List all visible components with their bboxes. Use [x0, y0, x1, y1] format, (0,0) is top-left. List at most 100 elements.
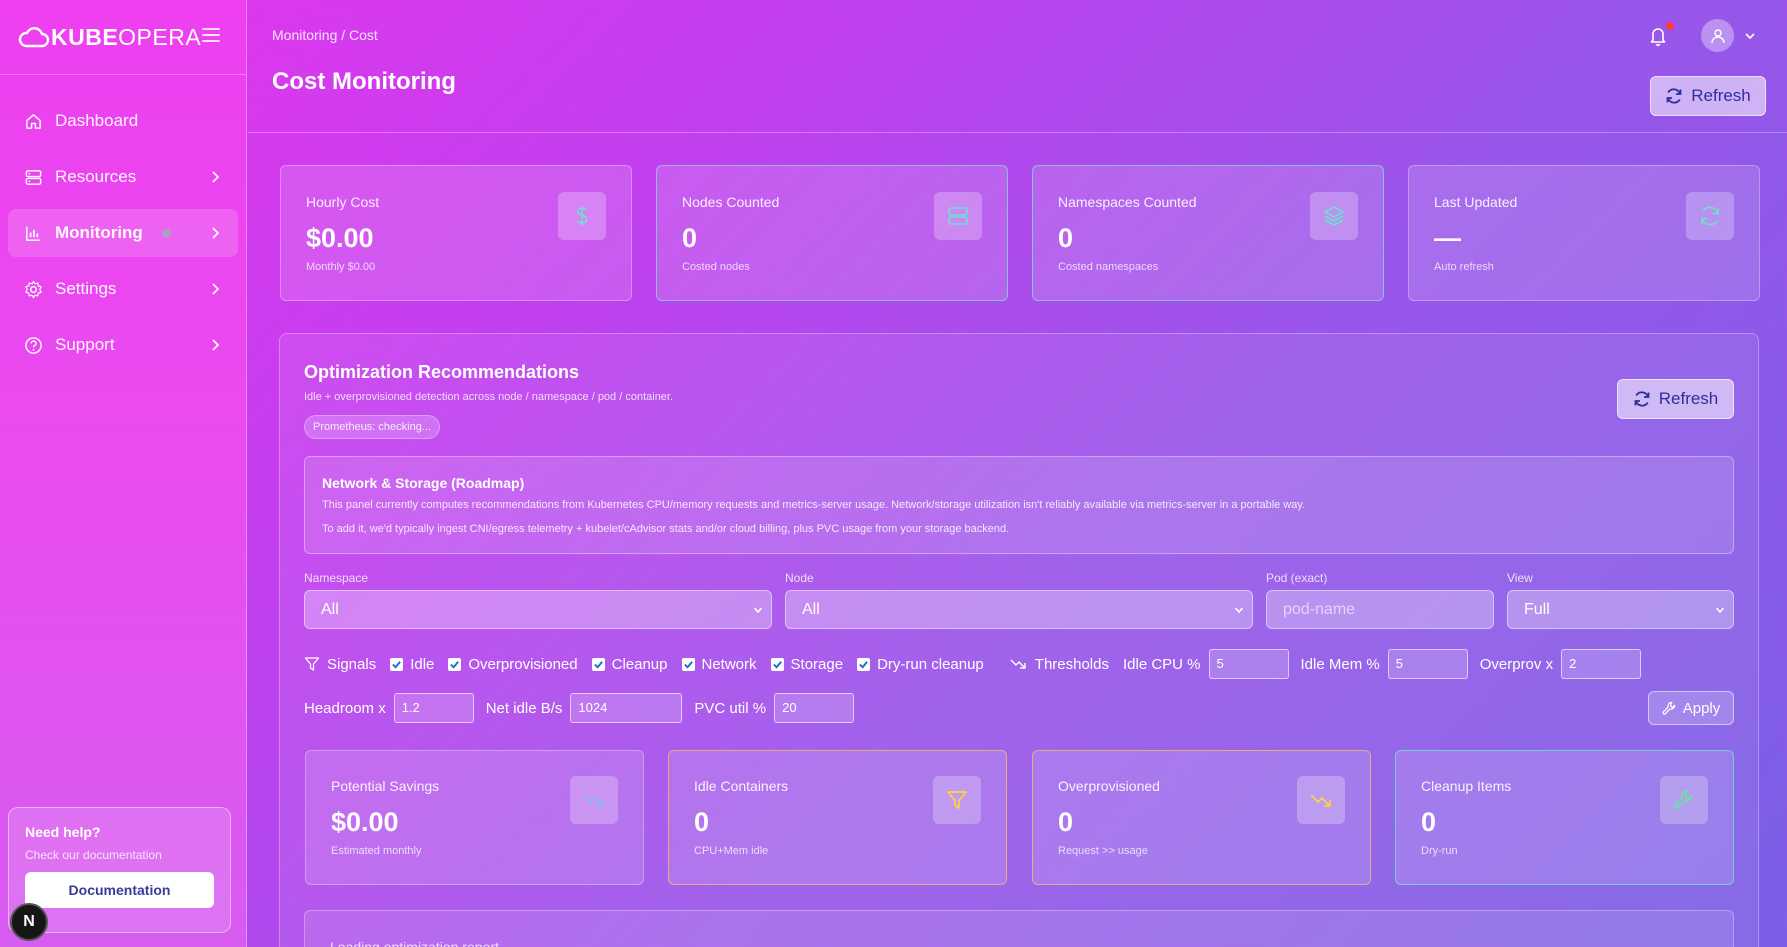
refresh-label: Refresh [1691, 86, 1751, 105]
gear-icon [25, 280, 42, 298]
apply-button[interactable]: Apply [1648, 691, 1734, 725]
signal-storage-checkbox[interactable]: Storage [770, 656, 843, 673]
server-icon [25, 169, 42, 185]
summary-sub: CPU+Mem idle [694, 845, 769, 857]
sidebar-nav: Dashboard Resources Monitoring Settings … [0, 75, 246, 369]
trend-down-icon [583, 794, 604, 807]
stat-card-last-updated: Last Updated — Auto refresh [1408, 165, 1760, 301]
stat-sub: Auto refresh [1434, 261, 1494, 273]
node-select[interactable]: All [785, 590, 1253, 629]
loading-text: Loading optimization report... [330, 939, 511, 947]
apply-label: Apply [1682, 699, 1721, 717]
signal-idle-checkbox[interactable]: Idle [390, 656, 434, 673]
chevron-down-icon[interactable] [1744, 31, 1756, 41]
summary-value: 0 [1058, 807, 1074, 837]
idle-cpu-input[interactable]: 5 [1208, 649, 1289, 679]
thresholds-row: Headroom x 1.2 Net idle B/s 1024 PVC uti… [304, 693, 855, 723]
sidebar-item-label: Monitoring [55, 223, 143, 242]
help-title: Need help? [25, 824, 101, 840]
checkbox-checked[interactable] [770, 657, 784, 671]
refresh-label: Refresh [1658, 389, 1719, 408]
sidebar-item-support[interactable]: Support [8, 321, 238, 369]
sidebar-item-resources[interactable]: Resources [8, 153, 238, 201]
chevron-right-icon [212, 283, 220, 295]
sidebar: KUBEOPERA Dashboard Resources Monitoring… [0, 0, 247, 947]
layers-icon [1324, 206, 1344, 226]
signal-network-checkbox[interactable]: Network [681, 655, 757, 673]
avatar[interactable] [1701, 19, 1734, 52]
sidebar-item-label: Dashboard [55, 111, 139, 130]
sidebar-item-dashboard[interactable]: Dashboard [8, 97, 238, 145]
stat-sub: Monthly $0.00 [306, 261, 376, 273]
checkbox-checked[interactable] [591, 657, 605, 671]
user-icon [1710, 28, 1725, 43]
headroom-label: Headroom x [304, 699, 386, 717]
pvc-util-input[interactable]: 20 [774, 693, 855, 723]
pvc-util-label: PVC util % [694, 699, 767, 717]
header-refresh-button[interactable]: Refresh [1650, 76, 1766, 116]
chevron-right-icon [212, 339, 220, 351]
signal-dry-run-cleanup-checkbox[interactable]: Dry-run cleanup [857, 656, 984, 673]
summary-value: 0 [1421, 807, 1437, 837]
stat-icon-box [558, 192, 606, 240]
loading-report-box: Loading optimization report... [304, 910, 1734, 947]
view-label: View [1507, 571, 1533, 585]
dev-badge[interactable]: N [10, 903, 48, 941]
idle-mem-input[interactable]: 5 [1387, 649, 1468, 679]
sidebar-item-label: Settings [55, 279, 117, 298]
bar-chart-icon [26, 226, 41, 241]
checkbox-checked[interactable] [448, 657, 462, 671]
thresholds-label: Thresholds [1034, 655, 1109, 673]
check-icon [392, 660, 402, 669]
stat-card-nodes: Nodes Counted 0 Costed nodes [656, 165, 1008, 301]
sidebar-item-label: Resources [55, 167, 137, 186]
optimization-refresh-button[interactable]: Refresh [1617, 379, 1734, 419]
hamburger-menu-icon[interactable] [202, 27, 220, 43]
signal-label: Dry-run cleanup [877, 655, 984, 673]
idle-mem-label: Idle Mem % [1300, 655, 1380, 673]
brand-logo-text[interactable]: KUBEOPERA [51, 24, 201, 51]
namespace-select[interactable]: All [304, 590, 772, 629]
node-label: Node [785, 571, 814, 585]
stat-label: Hourly Cost [306, 194, 380, 210]
checkbox-checked[interactable] [857, 657, 871, 671]
topbar: Monitoring / Cost Cost Monitoring Refres… [248, 0, 1787, 133]
help-circle-icon [25, 336, 42, 354]
panel-description: Idle + overprovisioned detection across … [304, 391, 674, 403]
view-select[interactable]: Full [1507, 590, 1734, 629]
summary-card-potential-savings: Potential Savings $0.00 Estimated monthl… [305, 750, 644, 885]
signal-label: Network [701, 655, 757, 673]
sidebar-item-monitoring[interactable]: Monitoring [8, 209, 238, 257]
checkbox-checked[interactable] [390, 657, 404, 671]
trend-down-icon [1010, 659, 1026, 669]
checkbox-checked[interactable] [681, 657, 695, 671]
chevron-right-icon [212, 227, 220, 239]
net-idle-label: Net idle B/s [485, 699, 563, 717]
stat-icon-box [1310, 192, 1358, 240]
bell-icon[interactable] [1648, 25, 1668, 47]
signal-cleanup-checkbox[interactable]: Cleanup [591, 656, 668, 673]
overprov-input[interactable]: 2 [1561, 649, 1642, 679]
overprov-label: Overprov x [1479, 655, 1554, 673]
stat-icon-box [1686, 192, 1734, 240]
stat-label: Namespaces Counted [1058, 194, 1197, 210]
stat-value: 0 [682, 223, 698, 253]
summary-label: Cleanup Items [1421, 778, 1512, 794]
refresh-icon [1634, 391, 1650, 407]
idle-cpu-label: Idle CPU % [1122, 655, 1201, 673]
prometheus-status-badge: Prometheus: checking... [304, 415, 441, 439]
headroom-input[interactable]: 1.2 [393, 693, 474, 723]
summary-value: 0 [694, 807, 710, 837]
net-idle-input[interactable]: 1024 [570, 693, 683, 723]
stat-sub: Costed nodes [682, 261, 750, 273]
signal-overprovisioned-checkbox[interactable]: Overprovisioned [448, 656, 578, 673]
pod-input[interactable]: pod-name [1266, 590, 1494, 629]
stat-card-hourly-cost: Hourly Cost $0.00 Monthly $0.00 [280, 165, 632, 301]
trend-down-icon [1310, 794, 1331, 807]
stat-value: 0 [1058, 223, 1074, 253]
signals-label: Signals [327, 655, 377, 673]
roadmap-text-2: To add it, we'd typically ingest CNI/egr… [322, 523, 1010, 535]
summary-label: Potential Savings [331, 778, 440, 794]
documentation-button[interactable]: Documentation [25, 872, 214, 908]
sidebar-item-settings[interactable]: Settings [8, 265, 238, 313]
